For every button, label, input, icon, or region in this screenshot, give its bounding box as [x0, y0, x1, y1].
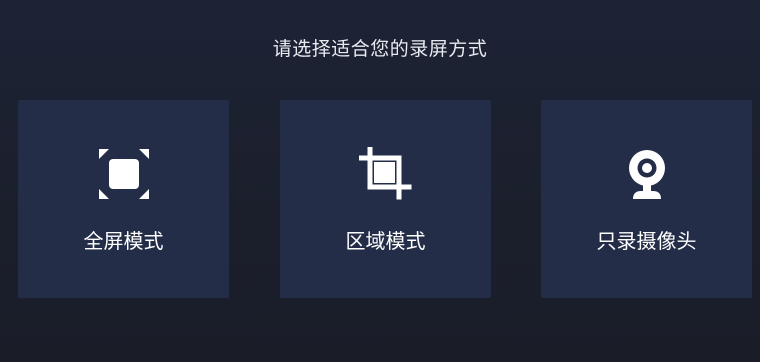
webcam-mode-label: 只录摄像头 [596, 229, 697, 253]
fullscreen-mode-card[interactable]: 全屏模式 [18, 100, 229, 298]
page-title: 请选择适合您的录屏方式 [272, 38, 488, 60]
webcam-icon [620, 147, 674, 201]
webcam-mode-card[interactable]: 只录摄像头 [541, 100, 752, 298]
fullscreen-icon [97, 147, 151, 201]
crop-icon [358, 147, 413, 201]
fullscreen-mode-label: 全屏模式 [83, 229, 164, 253]
region-mode-label: 区域模式 [345, 229, 426, 253]
region-mode-card[interactable]: 区域模式 [280, 100, 491, 298]
mode-options: 全屏模式 区域模式 只录摄像头 [18, 100, 752, 298]
